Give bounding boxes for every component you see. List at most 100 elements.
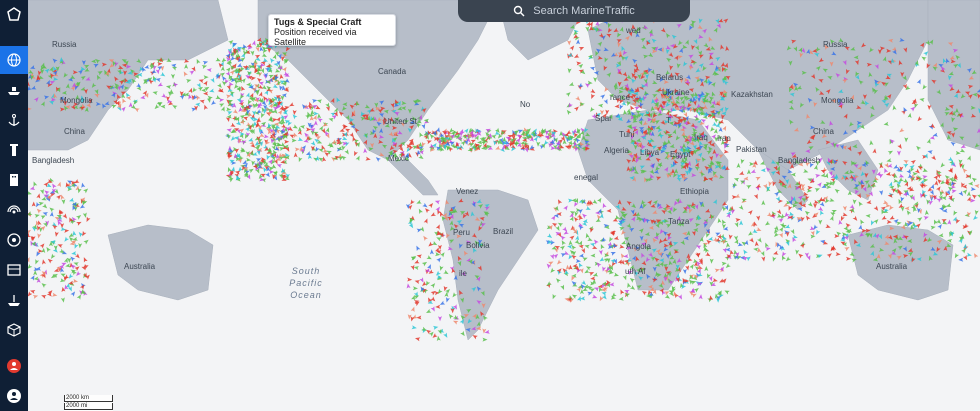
vessel-marker[interactable]: [610, 250, 616, 256]
vessel-marker[interactable]: [927, 149, 933, 155]
vessel-marker[interactable]: [592, 272, 599, 278]
vessel-marker[interactable]: [904, 137, 909, 143]
vessel-marker[interactable]: [947, 167, 954, 174]
vessel-marker[interactable]: [930, 225, 937, 230]
vessel-marker[interactable]: [418, 154, 424, 161]
vessel-marker[interactable]: [574, 239, 580, 245]
vessel-marker[interactable]: [873, 218, 879, 225]
vessel-marker[interactable]: [709, 126, 716, 132]
vessel-marker[interactable]: [921, 84, 928, 90]
vessel-marker[interactable]: [184, 63, 189, 69]
vessel-marker[interactable]: [826, 185, 832, 190]
vessel-marker[interactable]: [587, 237, 593, 242]
vessel-marker[interactable]: [284, 139, 290, 144]
vessel-marker[interactable]: [215, 57, 221, 63]
vessel-marker[interactable]: [807, 185, 813, 190]
vessel-marker[interactable]: [160, 104, 166, 109]
vessel-marker[interactable]: [256, 76, 263, 83]
vessel-marker[interactable]: [264, 139, 271, 146]
vessel-marker[interactable]: [961, 167, 968, 174]
vessel-marker[interactable]: [218, 102, 225, 108]
vessel-marker[interactable]: [226, 107, 232, 112]
vessel-marker[interactable]: [565, 91, 572, 97]
vessel-marker[interactable]: [581, 248, 587, 254]
vessel-marker[interactable]: [34, 259, 40, 265]
vessel-marker[interactable]: [723, 149, 730, 155]
vessel-marker[interactable]: [816, 181, 823, 188]
vessel-marker[interactable]: [598, 103, 604, 108]
vessel-marker[interactable]: [773, 231, 780, 238]
vessel-marker[interactable]: [48, 206, 55, 213]
vessel-marker[interactable]: [599, 243, 605, 250]
vessel-marker[interactable]: [735, 217, 741, 223]
vessel-marker[interactable]: [579, 289, 584, 294]
vessel-marker[interactable]: [619, 289, 625, 295]
vessel-marker[interactable]: [763, 242, 769, 248]
vessel-marker[interactable]: [613, 235, 620, 241]
vessel-marker[interactable]: [974, 209, 979, 216]
vessel-marker[interactable]: [803, 168, 809, 174]
vessel-marker[interactable]: [941, 220, 948, 226]
vessel-marker[interactable]: [585, 265, 592, 271]
vessel-marker[interactable]: [210, 77, 216, 83]
vessel-marker[interactable]: [581, 212, 588, 219]
vessel-marker[interactable]: [435, 205, 441, 212]
vessel-marker[interactable]: [549, 267, 556, 274]
vessel-marker[interactable]: [825, 224, 831, 229]
vessel-marker[interactable]: [589, 93, 596, 100]
vessel-marker[interactable]: [421, 123, 426, 130]
vessel-marker[interactable]: [916, 78, 923, 85]
vessel-marker[interactable]: [773, 250, 779, 256]
vessel-marker[interactable]: [80, 182, 86, 188]
vessel-marker[interactable]: [760, 250, 766, 257]
vessel-marker[interactable]: [328, 117, 334, 122]
vessel-marker[interactable]: [806, 188, 812, 193]
vessel-marker[interactable]: [598, 257, 605, 263]
vessel-marker[interactable]: [966, 155, 972, 161]
vessel-marker[interactable]: [927, 199, 934, 206]
vessel-marker[interactable]: [339, 128, 345, 133]
vessel-marker[interactable]: [443, 269, 449, 276]
vessel-marker[interactable]: [209, 88, 215, 94]
vessel-marker[interactable]: [57, 243, 63, 249]
vessel-marker[interactable]: [807, 201, 814, 208]
vessel-marker[interactable]: [60, 297, 66, 303]
vessel-marker[interactable]: [313, 120, 318, 126]
vessel-marker[interactable]: [947, 219, 952, 225]
vessel-marker[interactable]: [61, 199, 66, 205]
vessel-marker[interactable]: [445, 297, 450, 303]
vessel-marker[interactable]: [573, 53, 580, 60]
vessel-marker[interactable]: [567, 244, 573, 249]
vessel-marker[interactable]: [704, 266, 709, 271]
sidebar-lighthouse-button[interactable]: [0, 136, 28, 164]
vessel-marker[interactable]: [430, 282, 436, 289]
vessel-marker[interactable]: [926, 138, 932, 144]
vessel-marker[interactable]: [739, 179, 746, 185]
vessel-marker[interactable]: [664, 290, 670, 296]
vessel-marker[interactable]: [271, 117, 278, 123]
vessel-marker[interactable]: [929, 135, 936, 141]
vessel-marker[interactable]: [738, 204, 745, 211]
vessel-marker[interactable]: [410, 254, 417, 261]
vessel-marker[interactable]: [45, 246, 51, 253]
vessel-marker[interactable]: [42, 203, 48, 209]
world-map[interactable]: [28, 0, 980, 411]
vessel-marker[interactable]: [589, 106, 595, 113]
vessel-marker[interactable]: [724, 289, 730, 295]
vessel-marker[interactable]: [756, 227, 762, 233]
vessel-marker[interactable]: [597, 197, 603, 204]
vessel-marker[interactable]: [29, 289, 36, 294]
vessel-marker[interactable]: [250, 50, 255, 56]
vessel-marker[interactable]: [970, 198, 976, 203]
vessel-marker[interactable]: [220, 106, 227, 112]
vessel-marker[interactable]: [428, 202, 434, 209]
vessel-marker[interactable]: [76, 220, 82, 226]
vessel-marker[interactable]: [910, 158, 917, 165]
vessel-marker[interactable]: [677, 294, 684, 300]
vessel-marker[interactable]: [556, 198, 563, 205]
vessel-marker[interactable]: [820, 173, 826, 178]
vessel-marker[interactable]: [71, 251, 77, 256]
vessel-marker[interactable]: [182, 70, 188, 77]
map-canvas[interactable]: Russia Russia Canada Mongolia Mongolia C…: [28, 0, 980, 411]
vessel-marker[interactable]: [422, 235, 428, 242]
